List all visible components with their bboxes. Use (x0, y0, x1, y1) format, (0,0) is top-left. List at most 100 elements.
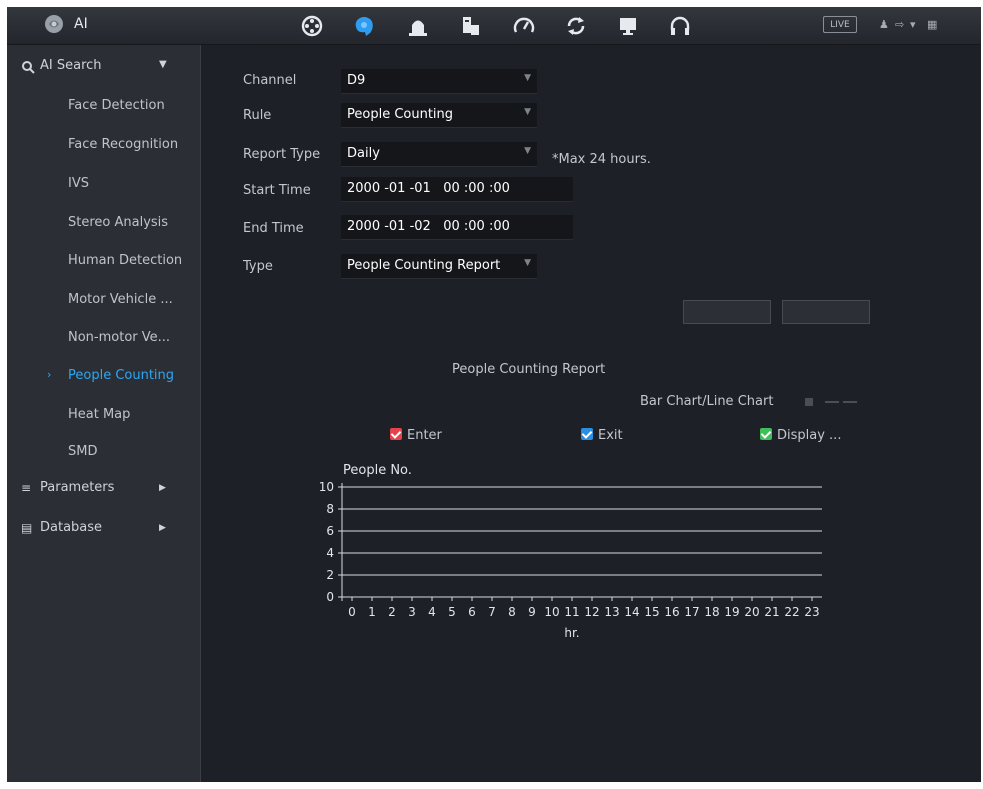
sidebar-item-label: SMD (68, 444, 98, 459)
y-tick-label: 2 (326, 568, 334, 582)
x-tick-label: 5 (448, 605, 456, 619)
y-tick-label: 0 (326, 590, 334, 604)
type-label: Type (243, 259, 273, 274)
live-view-button[interactable]: LIVE (823, 16, 857, 33)
legend-display[interactable]: Display ... (760, 428, 841, 443)
report-type-label: Report Type (243, 147, 321, 162)
dropdown-arrow-icon: ▼ (524, 73, 531, 83)
y-tick-label: 6 (326, 524, 334, 538)
performance-icon[interactable] (511, 13, 537, 39)
ai-icon[interactable] (351, 13, 377, 39)
type-select[interactable]: People Counting Report ▼ (341, 254, 537, 279)
export-button[interactable] (782, 300, 870, 324)
x-tick-label: 3 (408, 605, 416, 619)
dropdown-arrow-icon: ▼ (524, 146, 531, 156)
legend-exit[interactable]: Exit (581, 428, 623, 443)
top-bar: AI LIVE ♟ ⇨ ▾ ▦ (7, 7, 981, 45)
checkbox-enter[interactable] (390, 428, 402, 440)
x-axis-title: hr. (564, 626, 579, 640)
sidebar-item-label: Motor Vehicle ... (68, 292, 173, 307)
sidebar-item-people-counting[interactable]: › People Counting (7, 361, 200, 391)
sidebar-ai-search[interactable]: AI Search ▼ (7, 53, 200, 83)
start-time-label: Start Time (243, 183, 311, 198)
channel-select[interactable]: D9 ▼ (341, 69, 537, 94)
x-tick-label: 8 (508, 605, 516, 619)
logout-icon[interactable]: ⇨ (895, 18, 904, 31)
legend-exit-label: Exit (598, 428, 623, 443)
chevron-down-icon[interactable]: ▾ (910, 18, 916, 31)
sidebar-item-smd[interactable]: SMD (7, 437, 200, 467)
x-tick-label: 18 (704, 605, 719, 619)
display-icon[interactable] (615, 13, 641, 39)
sidebar-item-motor-vehicle[interactable]: Motor Vehicle ... (7, 285, 200, 315)
end-time-input[interactable]: 2000 -01 -02 00 :00 :00 (341, 215, 573, 240)
y-tick-label: 8 (326, 502, 334, 516)
sidebar-item-label: Human Detection (68, 253, 183, 268)
menu-grid-icon[interactable]: ▦ (927, 18, 937, 31)
sidebar-item-heat-map[interactable]: Heat Map (7, 400, 200, 430)
sidebar-item-label: Face Recognition (68, 137, 179, 152)
ai-brain-logo-icon (45, 15, 63, 33)
channel-value: D9 (347, 73, 366, 88)
bar-line-toggle[interactable] (803, 396, 859, 408)
sidebar-item-ivs[interactable]: IVS (7, 169, 200, 199)
sidebar-item-label: Non-motor Ve... (68, 330, 171, 345)
search-button[interactable] (683, 300, 771, 324)
storage-icon[interactable] (457, 13, 483, 39)
checkbox-exit[interactable] (581, 428, 593, 440)
y-axis-title: People No. (343, 463, 412, 478)
y-tick-label: 10 (319, 480, 334, 494)
dropdown-arrow-icon: ▼ (524, 258, 531, 268)
x-tick-label: 23 (804, 605, 819, 619)
selected-arrow-icon: › (47, 368, 52, 381)
legend-enter[interactable]: Enter (390, 428, 442, 443)
sidebar-database-label: Database (40, 520, 103, 535)
sidebar-database[interactable]: ▤ Database ▶ (7, 515, 200, 545)
audio-icon[interactable] (667, 13, 693, 39)
x-tick-label: 15 (644, 605, 659, 619)
x-tick-label: 19 (724, 605, 739, 619)
checkbox-display[interactable] (760, 428, 772, 440)
sidebar-item-label: Heat Map (68, 407, 131, 422)
backup-icon[interactable] (563, 13, 589, 39)
database-icon: ▤ (21, 521, 33, 535)
start-time-input[interactable]: 2000 -01 -01 00 :00 :00 (341, 177, 573, 202)
type-value: People Counting Report (347, 258, 501, 273)
end-time-label: End Time (243, 221, 304, 236)
x-tick-label: 12 (584, 605, 599, 619)
x-tick-label: 2 (388, 605, 396, 619)
alarm-icon[interactable] (405, 13, 431, 39)
sidebar: AI Search ▼ Face Detection Face Recognit… (7, 45, 201, 782)
end-time-value: 2000 -01 -02 00 :00 :00 (347, 219, 510, 234)
x-tick-label: 9 (528, 605, 536, 619)
x-tick-label: 6 (468, 605, 476, 619)
sidebar-item-human-detection[interactable]: Human Detection (7, 246, 200, 276)
people-counting-chart: People No.02468100 1 2 3 4 5 6 7 8 9 10 11 12 13 14 15 1… (319, 463, 822, 640)
search-icon (22, 61, 35, 74)
x-tick-label: 20 (744, 605, 759, 619)
sidebar-item-label: People Counting (68, 368, 175, 383)
sidebar-item-stereo-analysis[interactable]: Stereo Analysis (7, 208, 200, 238)
sidebar-parameters-label: Parameters (40, 480, 115, 495)
report-title: People Counting Report (452, 362, 606, 377)
sidebar-item-face-detection[interactable]: Face Detection (7, 91, 200, 121)
sidebar-parameters[interactable]: ≡ Parameters ▶ (7, 475, 200, 505)
playback-icon[interactable] (299, 13, 325, 39)
report-type-select[interactable]: Daily ▼ (341, 142, 537, 167)
start-time-value: 2000 -01 -01 00 :00 :00 (347, 181, 510, 196)
sidebar-item-label: Face Detection (68, 98, 165, 113)
x-tick-label: 7 (488, 605, 496, 619)
report-type-value: Daily (347, 146, 380, 161)
user-icon[interactable]: ♟ (879, 18, 889, 31)
rule-value: People Counting (347, 107, 454, 122)
caret-right-icon: ▶ (159, 483, 166, 493)
rule-select[interactable]: People Counting ▼ (341, 103, 537, 128)
sidebar-ai-search-label: AI Search (40, 58, 102, 73)
x-tick-label: 11 (564, 605, 579, 619)
report-type-note: *Max 24 hours. (552, 152, 651, 167)
x-tick-label: 22 (784, 605, 799, 619)
sidebar-item-non-motor-vehicle[interactable]: Non-motor Ve... (7, 323, 200, 353)
rule-label: Rule (243, 108, 272, 123)
x-tick-label: 10 (544, 605, 559, 619)
sidebar-item-face-recognition[interactable]: Face Recognition (7, 130, 200, 160)
